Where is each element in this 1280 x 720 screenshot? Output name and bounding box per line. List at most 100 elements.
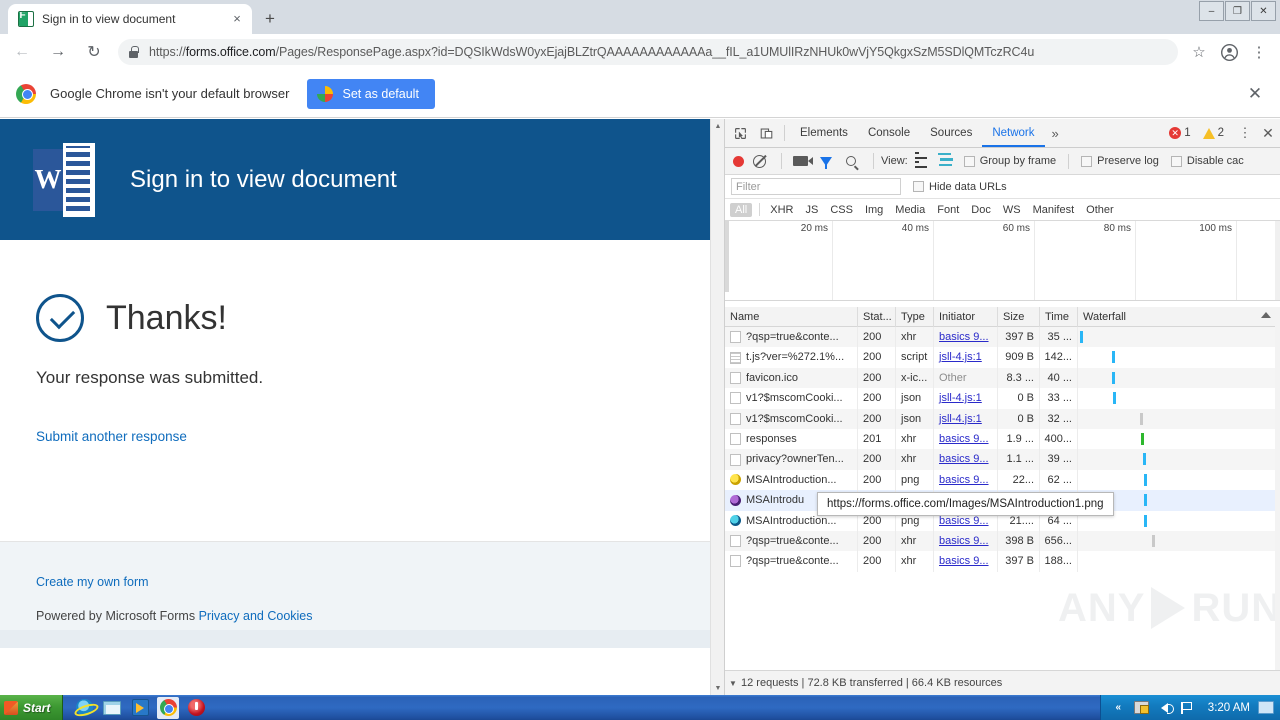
show-desktop-icon[interactable]: [1258, 701, 1274, 714]
console-drawer-icon[interactable]: ▼: [725, 671, 741, 696]
column-header-initiator[interactable]: Initiator: [934, 306, 998, 327]
initiator-link[interactable]: jsll-4.js:1: [939, 413, 982, 425]
forward-icon[interactable]: →: [44, 38, 72, 66]
disable-cache-checkbox[interactable]: [1170, 155, 1182, 167]
initiator-link[interactable]: basics 9...: [939, 515, 989, 527]
devtools-close-icon[interactable]: ✕: [1256, 125, 1280, 142]
close-window-icon[interactable]: ✕: [1251, 1, 1276, 21]
grid-scrollbar[interactable]: [1275, 307, 1280, 670]
close-infobar-icon[interactable]: ✕: [1242, 81, 1268, 107]
privacy-and-cookies-link[interactable]: Privacy and Cookies: [199, 609, 313, 623]
type-filter-other[interactable]: Other: [1081, 203, 1119, 217]
initiator-link[interactable]: jsll-4.js:1: [939, 392, 982, 404]
column-header-size[interactable]: Size: [998, 306, 1040, 327]
network-overview-timeline[interactable]: 20 ms 40 ms 60 ms 80 ms 100 ms: [725, 221, 1280, 301]
network-tray-icon[interactable]: [1133, 699, 1150, 716]
capture-screenshots-icon[interactable]: [793, 156, 813, 166]
type-filter-doc[interactable]: Doc: [966, 203, 996, 217]
filter-icon[interactable]: [820, 156, 832, 169]
taskbar-stop-icon[interactable]: [185, 697, 207, 719]
column-header-name[interactable]: Name: [725, 306, 858, 327]
scroll-up-icon[interactable]: ▲: [711, 119, 725, 133]
browser-tab[interactable]: Sign in to view document ×: [8, 4, 252, 34]
list-view-icon[interactable]: [914, 152, 929, 170]
show-hidden-icons-icon[interactable]: «: [1110, 699, 1127, 716]
table-row[interactable]: favicon.ico 200 x-ic... Other 8.3 ... 40 ...: [725, 367, 1280, 389]
column-header-waterfall[interactable]: Waterfall: [1078, 306, 1280, 327]
initiator-link[interactable]: basics 9...: [939, 433, 989, 445]
cell-initiator: basics 9...: [934, 469, 998, 491]
table-row[interactable]: responses 201 xhr basics 9... 1.9 ... 400...: [725, 428, 1280, 450]
error-warning-counters[interactable]: ✕ 1 2: [1169, 127, 1228, 139]
initiator-link[interactable]: basics 9...: [939, 453, 989, 465]
close-icon[interactable]: ×: [228, 10, 246, 28]
tab-console[interactable]: Console: [858, 119, 920, 147]
taskbar-media-player-icon[interactable]: [129, 697, 151, 719]
table-row[interactable]: privacy?ownerTen... 200 xhr basics 9... 1.1 …: [725, 449, 1280, 470]
initiator-link[interactable]: jsll-4.js:1: [939, 351, 982, 363]
table-row[interactable]: ?qsp=true&conte... 200 xhr basics 9... 397 B…: [725, 327, 1280, 348]
inspect-element-icon[interactable]: [727, 120, 753, 146]
table-row[interactable]: v1?$mscomCooki... 200 json jsll-4.js:1 0 B 32…: [725, 408, 1280, 429]
table-row[interactable]: t.js?ver=%272.1%... 200 script jsll-4.js:1 9…: [725, 347, 1280, 368]
search-icon[interactable]: [846, 156, 856, 166]
record-icon[interactable]: [733, 155, 744, 167]
initiator-link[interactable]: basics 9...: [939, 474, 989, 486]
reload-icon[interactable]: ↻: [80, 38, 108, 66]
timeline-scroll-right[interactable]: [1275, 221, 1280, 300]
page-scrollbar[interactable]: ▲ ▼: [710, 119, 724, 695]
cell-name: ?qsp=true&conte...: [725, 551, 858, 572]
clear-icon[interactable]: [753, 154, 766, 168]
filter-input[interactable]: [731, 178, 901, 195]
volume-tray-icon[interactable]: [1156, 699, 1174, 716]
initiator-link[interactable]: basics 9...: [939, 535, 989, 547]
initiator-link[interactable]: basics 9...: [939, 555, 989, 567]
scroll-down-icon[interactable]: ▼: [711, 681, 725, 695]
new-tab-button[interactable]: +: [258, 7, 282, 31]
minimize-icon[interactable]: –: [1199, 1, 1224, 21]
table-row[interactable]: ?qsp=true&conte... 200 xhr basics 9... 397 B…: [725, 551, 1280, 572]
set-as-default-button[interactable]: Set as default: [307, 78, 435, 109]
tab-sources[interactable]: Sources: [920, 119, 982, 147]
submit-another-response-link[interactable]: Submit another response: [36, 429, 187, 444]
type-filter-css[interactable]: CSS: [825, 203, 858, 217]
back-icon[interactable]: ←: [8, 38, 36, 66]
taskbar-clock[interactable]: 3:20 AM: [1208, 702, 1250, 714]
start-button[interactable]: Start: [0, 695, 64, 720]
type-filter-all[interactable]: All: [730, 202, 753, 217]
hide-data-urls-checkbox[interactable]: [913, 181, 924, 192]
more-tabs-icon[interactable]: »: [1045, 126, 1066, 141]
timeline-left-handle[interactable]: [725, 221, 729, 292]
tab-elements[interactable]: Elements: [790, 119, 858, 147]
create-my-own-form-link[interactable]: Create my own form: [36, 575, 149, 589]
column-header-time[interactable]: Time: [1040, 306, 1078, 327]
type-filter-ws[interactable]: WS: [998, 203, 1026, 217]
table-row[interactable]: MSAIntroduction... 200 png basics 9... 22...…: [725, 469, 1280, 491]
type-filter-js[interactable]: JS: [800, 203, 823, 217]
taskbar-internet-explorer-icon[interactable]: [73, 697, 95, 719]
type-filter-media[interactable]: Media: [890, 203, 930, 217]
group-by-frame-checkbox[interactable]: [963, 155, 975, 167]
column-header-status[interactable]: Stat...: [858, 306, 896, 327]
devtools-menu-icon[interactable]: ⋮: [1234, 125, 1256, 141]
tab-network[interactable]: Network: [982, 119, 1045, 147]
type-filter-img[interactable]: Img: [860, 203, 888, 217]
type-filter-manifest[interactable]: Manifest: [1028, 203, 1080, 217]
action-flag-tray-icon[interactable]: [1179, 699, 1196, 716]
address-bar[interactable]: https://forms.office.com/Pages/ResponseP…: [118, 39, 1178, 65]
table-row[interactable]: v1?$mscomCooki... 200 json jsll-4.js:1 0 B 33…: [725, 388, 1280, 409]
taskbar-chrome-icon[interactable]: [157, 696, 180, 719]
waterfall-view-icon[interactable]: [937, 152, 953, 170]
restore-icon[interactable]: ❐: [1225, 1, 1250, 21]
table-row[interactable]: ?qsp=true&conte... 200 xhr basics 9... 398 B…: [725, 530, 1280, 552]
chrome-menu-icon[interactable]: ⋮: [1246, 39, 1272, 65]
taskbar-file-explorer-icon[interactable]: [101, 697, 123, 719]
type-filter-font[interactable]: Font: [932, 203, 964, 217]
initiator-link[interactable]: basics 9...: [939, 331, 989, 343]
bookmark-star-icon[interactable]: ☆: [1186, 39, 1212, 65]
device-toolbar-icon[interactable]: [753, 120, 779, 146]
type-filter-xhr[interactable]: XHR: [765, 203, 798, 217]
profile-avatar-icon[interactable]: [1216, 39, 1242, 65]
column-header-type[interactable]: Type: [896, 306, 934, 327]
preserve-log-checkbox[interactable]: [1081, 155, 1093, 167]
